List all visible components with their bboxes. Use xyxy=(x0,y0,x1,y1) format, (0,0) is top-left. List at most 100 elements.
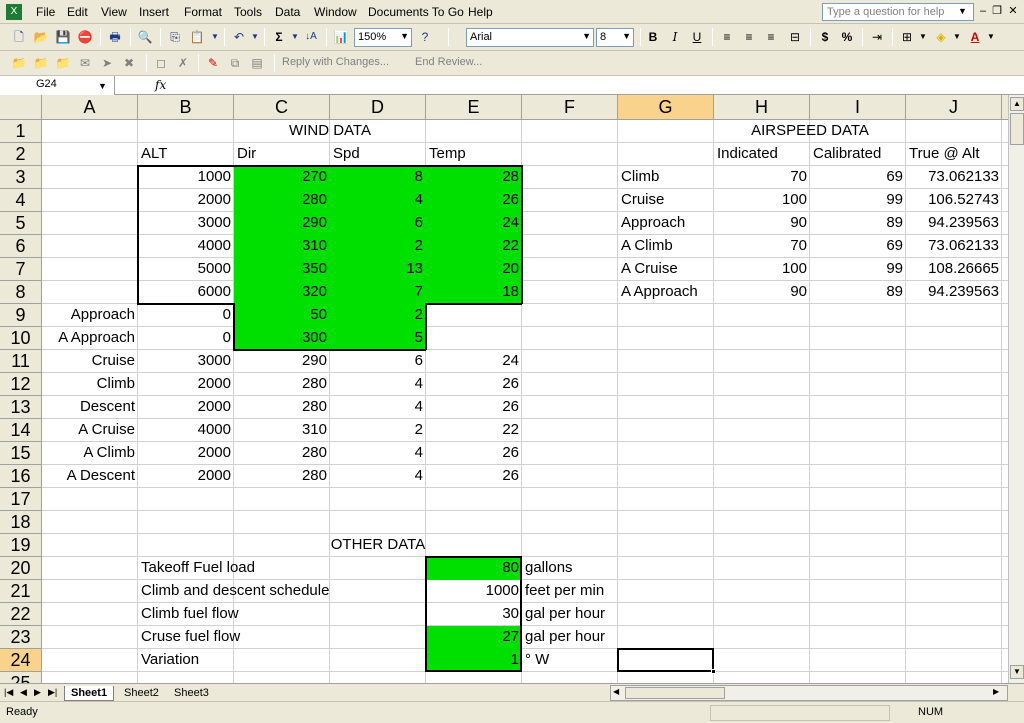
menu-edit[interactable]: Edit xyxy=(67,5,88,19)
indent-icon[interactable]: ⇥ xyxy=(868,28,886,46)
align-left-icon[interactable]: ≡ xyxy=(718,28,736,46)
folder-icon[interactable]: 📁 xyxy=(10,54,28,72)
help-icon[interactable]: ? xyxy=(416,28,434,46)
delete-icon[interactable]: ✖ xyxy=(120,54,138,72)
save-icon[interactable]: 💾 xyxy=(54,28,72,46)
row-header-2[interactable]: 2 xyxy=(0,143,42,166)
column-header-g[interactable]: G xyxy=(618,95,714,120)
worksheet-grid[interactable]: ABCDEFGHIJ 1 2 3 4 5 6 7 8 9 10 11 12 13 14 15 16 17 18 19… xyxy=(0,95,1008,683)
minimize-icon[interactable]: – xyxy=(976,4,990,18)
column-header-e[interactable]: E xyxy=(426,95,522,120)
reviewing-pane-icon[interactable]: ▤ xyxy=(248,54,266,72)
row-header-21[interactable]: 21 xyxy=(0,580,42,603)
close-icon[interactable]: ✕ xyxy=(1006,4,1020,18)
column-header-f[interactable]: F xyxy=(522,95,618,120)
send-icon[interactable]: ➤ xyxy=(98,54,116,72)
menu-insert[interactable]: Insert xyxy=(139,5,169,19)
reply-with-changes-button[interactable]: Reply with Changes... xyxy=(282,56,389,68)
row-header-23[interactable]: 23 xyxy=(0,626,42,649)
row-header-19[interactable]: 19 xyxy=(0,534,42,557)
tab-sheet3[interactable]: Sheet3 xyxy=(168,686,215,701)
menu-documents-to-go[interactable]: Documents To Go xyxy=(368,5,464,19)
menu-file[interactable]: File xyxy=(36,5,55,19)
scroll-up-icon[interactable]: ▲ xyxy=(1010,97,1024,111)
bold-button[interactable]: B xyxy=(644,28,662,46)
vertical-scrollbar[interactable]: ▲ ▼ xyxy=(1008,95,1024,683)
comment-icon[interactable]: ◻ xyxy=(152,54,170,72)
scroll-right-icon[interactable]: ▶ xyxy=(993,687,999,696)
row-header-17[interactable]: 17 xyxy=(0,488,42,511)
row-header-8[interactable]: 8 xyxy=(0,281,42,304)
next-sheet-icon[interactable]: ▶ xyxy=(34,687,41,698)
track-changes-icon[interactable]: ✎ xyxy=(204,54,222,72)
row-header-4[interactable]: 4 xyxy=(0,189,42,212)
font-size-select[interactable]: 8 ▼ xyxy=(596,28,634,47)
row-header-9[interactable]: 9 xyxy=(0,304,42,327)
formula-bar[interactable] xyxy=(0,76,1024,95)
row-header-14[interactable]: 14 xyxy=(0,419,42,442)
chevron-down-icon[interactable]: ▼ xyxy=(982,28,1000,46)
last-sheet-icon[interactable]: ▶| xyxy=(48,687,57,698)
underline-button[interactable]: U xyxy=(688,28,706,46)
chevron-down-icon[interactable]: ▼ xyxy=(958,6,967,16)
percent-button[interactable]: % xyxy=(838,28,856,46)
mail-icon[interactable]: ✉ xyxy=(76,54,94,72)
folder-icon[interactable]: 📁 xyxy=(32,54,50,72)
excel-icon[interactable]: X xyxy=(6,4,22,20)
row-header-5[interactable]: 5 xyxy=(0,212,42,235)
horizontal-scrollbar[interactable]: ◀ ▶ xyxy=(610,685,1008,701)
new-icon[interactable]: 🗋 xyxy=(10,28,28,46)
row-header-16[interactable]: 16 xyxy=(0,465,42,488)
column-header-h[interactable]: H xyxy=(714,95,810,120)
italic-button[interactable]: I xyxy=(666,28,684,46)
column-header-a[interactable]: A xyxy=(42,95,138,120)
insert-function-icon[interactable]: fx xyxy=(155,78,166,92)
row-header-18[interactable]: 18 xyxy=(0,511,42,534)
copy-icon[interactable]: ⎘ xyxy=(166,28,184,46)
row-header-13[interactable]: 13 xyxy=(0,396,42,419)
column-header-d[interactable]: D xyxy=(330,95,426,120)
row-header-11[interactable]: 11 xyxy=(0,350,42,373)
row-header-22[interactable]: 22 xyxy=(0,603,42,626)
align-center-icon[interactable]: ≡ xyxy=(740,28,758,46)
row-header-1[interactable]: 1 xyxy=(0,120,42,143)
menu-view[interactable]: View xyxy=(101,5,127,19)
permission-icon[interactable]: ⛔ xyxy=(76,28,94,46)
folder-icon[interactable]: 📁 xyxy=(54,54,72,72)
font-select[interactable]: Arial ▼ xyxy=(466,28,594,47)
zoom-select[interactable]: 150% ▼ xyxy=(354,28,412,47)
menu-format[interactable]: Format xyxy=(184,5,222,19)
open-icon[interactable]: 📂 xyxy=(32,28,50,46)
column-header-i[interactable]: I xyxy=(810,95,906,120)
row-header-25[interactable]: 25 xyxy=(0,672,42,683)
restore-icon[interactable]: ❐ xyxy=(990,4,1004,18)
compare-icon[interactable]: ⧉ xyxy=(226,54,244,72)
merge-center-icon[interactable]: ⊟ xyxy=(786,28,804,46)
currency-button[interactable]: $ xyxy=(816,28,834,46)
align-right-icon[interactable]: ≡ xyxy=(762,28,780,46)
prev-sheet-icon[interactable]: ◀ xyxy=(20,687,27,698)
delete-comment-icon[interactable]: ✗ xyxy=(174,54,192,72)
row-header-6[interactable]: 6 xyxy=(0,235,42,258)
active-cell-g24[interactable] xyxy=(617,648,714,672)
row-header-24[interactable]: 24 xyxy=(0,649,42,672)
chevron-down-icon[interactable]: ▼ xyxy=(914,28,932,46)
first-sheet-icon[interactable]: |◀ xyxy=(4,687,13,698)
research-icon[interactable]: 🔍 xyxy=(136,28,154,46)
chevron-down-icon[interactable]: ▼ xyxy=(948,28,966,46)
scroll-down-icon[interactable]: ▼ xyxy=(1010,665,1024,679)
paste-icon[interactable]: 📋 xyxy=(188,28,206,46)
chevron-down-icon[interactable]: ▼ xyxy=(98,81,107,91)
scroll-left-icon[interactable]: ◀ xyxy=(613,687,619,696)
tab-sheet1[interactable]: Sheet1 xyxy=(64,686,115,701)
column-header-c[interactable]: C xyxy=(234,95,330,120)
menu-data[interactable]: Data xyxy=(275,5,300,19)
row-header-12[interactable]: 12 xyxy=(0,373,42,396)
sort-ascending-icon[interactable]: ↓A xyxy=(302,28,320,46)
select-all-corner[interactable] xyxy=(0,95,42,120)
scroll-thumb[interactable] xyxy=(1010,113,1024,145)
help-question-input[interactable]: Type a question for help xyxy=(822,3,974,21)
menu-help[interactable]: Help xyxy=(468,5,493,19)
chevron-down-icon[interactable]: ▼ xyxy=(246,28,264,46)
end-review-button[interactable]: End Review... xyxy=(415,56,482,68)
